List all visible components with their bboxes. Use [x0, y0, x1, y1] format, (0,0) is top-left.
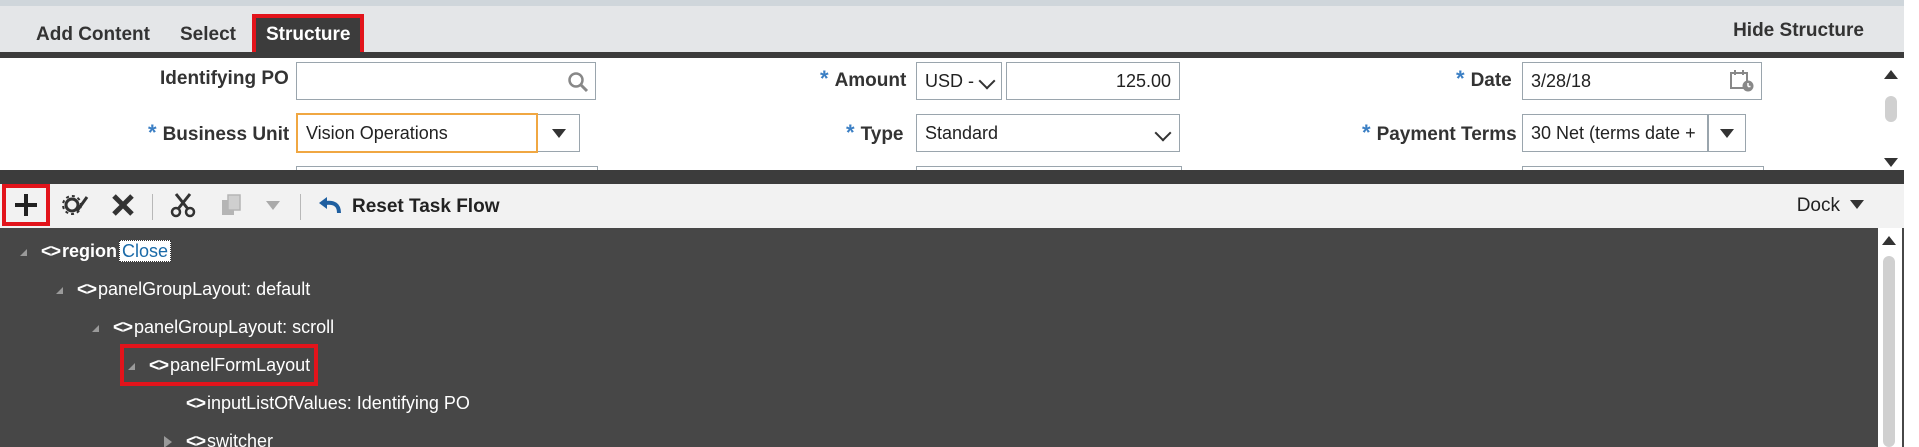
- identifying-po-label: Identifying PO: [160, 68, 289, 89]
- dropdown-icon: [266, 201, 280, 210]
- scroll-down-icon[interactable]: [1884, 158, 1898, 167]
- toolbar-separator: [300, 194, 301, 220]
- add-button[interactable]: [2, 184, 50, 226]
- required-indicator: *: [820, 66, 829, 91]
- tree-node-input-list-of-values[interactable]: <> inputListOfValues: Identifying PO: [186, 390, 470, 416]
- invoice-form: Identifying PO * Amount USD - 125.00 * Dat…: [0, 58, 1904, 170]
- amount-input[interactable]: 125.00: [1006, 62, 1180, 100]
- hide-structure-link[interactable]: Hide Structure: [1733, 20, 1864, 42]
- payment-terms-dropdown-button[interactable]: [1708, 114, 1746, 152]
- structure-splitter[interactable]: [0, 170, 1904, 184]
- reset-icon: [319, 197, 341, 214]
- tab-select[interactable]: Select: [168, 16, 248, 54]
- business-unit-label: * Business Unit: [148, 120, 290, 145]
- scrollbar-thumb[interactable]: [1885, 96, 1897, 122]
- scrollbar-thumb[interactable]: [1883, 256, 1895, 447]
- required-indicator: *: [1456, 66, 1465, 91]
- expanded-icon[interactable]: [128, 362, 135, 370]
- business-unit-input[interactable]: Vision Operations: [296, 113, 538, 153]
- toolbar-separator: [152, 194, 153, 220]
- date-input[interactable]: 3/28/18: [1522, 62, 1762, 100]
- collapsed-icon[interactable]: [164, 436, 172, 447]
- structure-toolbar: Reset Task Flow Dock: [0, 184, 1904, 229]
- tab-structure[interactable]: Structure: [251, 14, 365, 56]
- designer-tab-bar: Add Content Select Structure Hide Struct…: [0, 0, 1904, 56]
- expanded-icon[interactable]: [20, 248, 27, 256]
- chevron-down-icon: [1154, 124, 1172, 142]
- tree-node-switcher[interactable]: <> switcher: [164, 428, 273, 447]
- required-indicator: *: [846, 120, 855, 145]
- cut-button[interactable]: [168, 190, 198, 220]
- expanded-icon[interactable]: [92, 324, 99, 332]
- tab-add-content[interactable]: Add Content: [24, 16, 162, 54]
- dropdown-arrow-icon: [1720, 129, 1734, 138]
- close-link[interactable]: Close: [119, 240, 172, 262]
- more-dropdown-button[interactable]: [258, 190, 288, 220]
- payment-terms-input[interactable]: 30 Net (terms date +: [1522, 114, 1708, 152]
- scroll-up-icon[interactable]: [1882, 236, 1896, 245]
- date-label: * Date: [1456, 66, 1512, 91]
- edit-button[interactable]: [60, 190, 90, 220]
- dropdown-arrow-icon: [1850, 200, 1864, 209]
- add-icon: [15, 194, 37, 216]
- edit-icon: [62, 195, 89, 215]
- dock-menu[interactable]: Dock: [1797, 195, 1864, 217]
- copy-button[interactable]: [216, 190, 246, 220]
- cut-icon: [170, 193, 196, 218]
- required-indicator: *: [148, 120, 157, 145]
- dropdown-arrow-icon: [551, 129, 566, 138]
- form-scrollbar[interactable]: [1880, 58, 1902, 170]
- component-tree: <> region Close <> panelGroupLayout: defaul…: [0, 228, 1904, 447]
- delete-icon: [112, 194, 134, 216]
- copy-icon: [222, 194, 241, 215]
- tree-scrollbar[interactable]: [1878, 228, 1902, 447]
- reset-task-flow-button[interactable]: [316, 190, 346, 220]
- search-icon[interactable]: [567, 71, 589, 93]
- delete-button[interactable]: [108, 190, 138, 220]
- tree-node-panel-group-layout-scroll[interactable]: <> panelGroupLayout: scroll: [92, 314, 334, 340]
- required-indicator: *: [1362, 120, 1371, 145]
- currency-select[interactable]: USD -: [916, 62, 1002, 100]
- calendar-icon[interactable]: [1729, 69, 1755, 93]
- payment-terms-label: * Payment Terms: [1362, 120, 1517, 145]
- amount-label: * Amount: [820, 66, 907, 91]
- reset-task-flow-label[interactable]: Reset Task Flow: [352, 196, 499, 218]
- tree-node-region[interactable]: <> region Close: [20, 238, 172, 264]
- expanded-icon[interactable]: [56, 286, 63, 294]
- chevron-down-icon: [978, 72, 996, 90]
- identifying-po-input[interactable]: [296, 62, 596, 100]
- scroll-up-icon[interactable]: [1884, 70, 1898, 79]
- type-label: * Type: [846, 120, 904, 145]
- tree-node-panel-form-layout[interactable]: <> panelFormLayout: [119, 344, 319, 386]
- type-select[interactable]: Standard: [916, 114, 1180, 152]
- business-unit-dropdown-button[interactable]: [538, 114, 580, 152]
- tree-node-panel-group-layout-default[interactable]: <> panelGroupLayout: default: [56, 276, 310, 302]
